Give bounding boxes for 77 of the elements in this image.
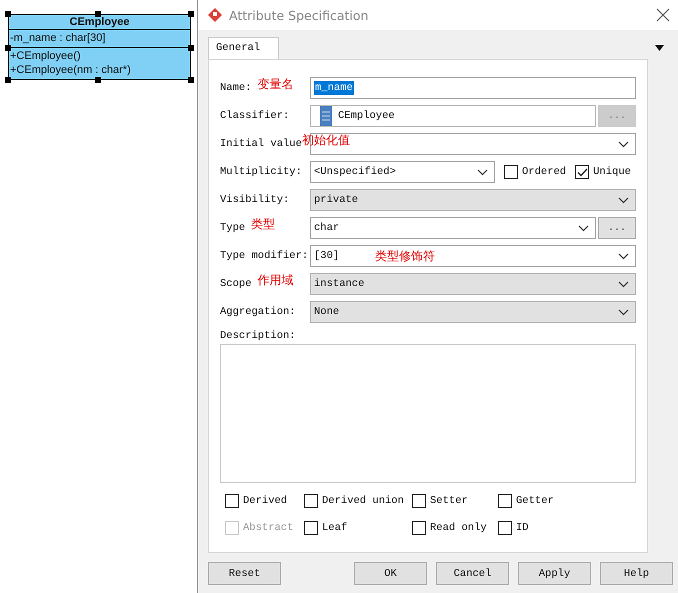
field-label: Description: [220,330,297,344]
checkbox-label: ID [516,522,529,534]
dropdown[interactable]: char [310,217,596,239]
checkbox[interactable] [412,494,426,508]
resize-handle[interactable] [5,77,11,83]
checkbox[interactable] [225,494,239,508]
field-label: Type modifier: [220,250,308,262]
checkbox[interactable] [504,165,518,179]
dialog-button[interactable]: Apply [518,562,591,585]
dropdown[interactable]: private [310,189,636,211]
class-box[interactable]: CEmployee -m_name : char[30] +CEmployee() +CEmployee(nm : char*) [8,14,191,80]
checkbox[interactable] [304,521,318,535]
annotation-text: 初始化值 [302,132,350,149]
checkbox[interactable] [498,494,512,508]
browse-button[interactable]: ... [598,217,636,239]
resize-handle[interactable] [188,45,194,51]
resize-handle[interactable] [5,45,11,51]
checkbox-label: Derived [243,495,288,507]
field-label: Type [220,222,246,234]
dialog-button[interactable]: OK [354,562,427,585]
annotation-text: 变量名 [258,76,294,93]
resize-handle[interactable] [95,11,101,17]
annotation-text: 作用域 [258,272,294,289]
field-label: Initial value [220,138,302,150]
dropdown[interactable]: instance [310,273,636,295]
checkbox-label: Abstract [243,522,294,534]
dialog-button[interactable]: Cancel [436,562,509,585]
field-label: Name: [220,82,252,94]
checkbox[interactable] [498,521,512,535]
dialog-button[interactable]: Help [600,562,673,585]
annotation-text: 类型修饰符 [375,248,436,264]
field-label: Multiplicity: [220,166,302,178]
field-value: CEmployee [338,110,395,122]
window-title: Attribute Specification [229,8,370,22]
checkbox-label: Ordered [522,166,566,178]
description-field[interactable] [220,344,636,483]
checkbox-label: Read only [430,522,487,534]
annotation-text: 类型 [251,216,276,233]
checkbox-label: Leaf [322,522,348,534]
dialog-button[interactable]: Reset [208,562,281,585]
dropdown[interactable]: [30] 类型修饰符 [310,245,636,267]
selected-text: m_name [314,81,354,95]
chevron-down-icon [618,308,629,316]
chevron-down-icon [618,280,629,288]
attribute-text: -m_name : char[30] [10,31,106,45]
chevron-down-icon [578,224,589,232]
checkbox-label: Setter [430,495,468,507]
resize-handle[interactable] [95,77,101,83]
dropdown[interactable]: None [310,301,636,323]
checkbox[interactable] [304,494,318,508]
checkmark-icon [576,168,588,176]
chevron-down-icon [618,140,629,148]
tab[interactable]: General [208,37,279,59]
checkbox-label: Unique [593,166,631,178]
checkbox[interactable] [412,521,426,535]
chevron-down-icon [618,196,629,204]
chevron-down-icon [618,252,629,260]
field-label: Scope [220,278,252,290]
operation-text: +CEmployee() [10,49,82,63]
close-icon [656,8,670,22]
dropdown[interactable]: <Unspecified> [310,161,495,183]
operation-text: +CEmployee(nm : char*) [10,63,132,77]
resize-handle[interactable] [5,11,11,17]
chevron-down-icon [477,168,488,176]
checkbox[interactable] [575,165,590,179]
class-icon [320,106,332,126]
checkbox-label: Getter [516,495,554,507]
field-label: Visibility: [220,194,290,206]
checkbox-label: Derived union [322,495,404,507]
field-label: Classifier: [220,110,290,122]
field-label: Aggregation: [220,306,296,318]
resize-handle[interactable] [188,77,194,83]
field-value: [30] [314,250,340,262]
resize-handle[interactable] [188,11,194,17]
dropdown-arrow-icon [655,45,664,51]
text-field[interactable]: m_name [310,77,636,99]
app-logo-icon [207,7,223,23]
